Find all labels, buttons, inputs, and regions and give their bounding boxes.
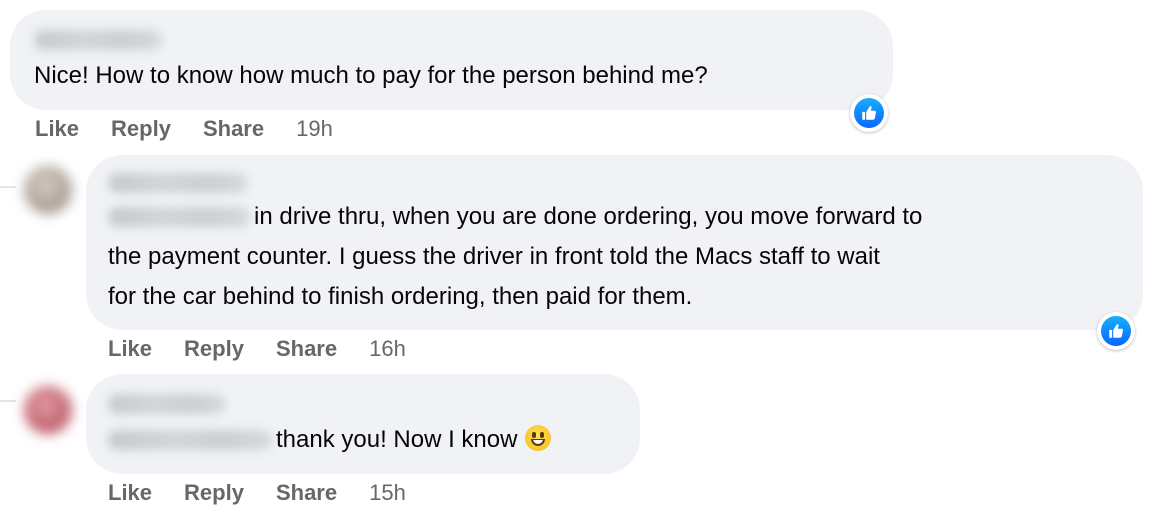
timestamp[interactable]: 16h (369, 336, 406, 362)
share-button[interactable]: Share (203, 116, 264, 142)
share-button[interactable]: Share (276, 480, 337, 506)
comment-bubble-3: thank you! Now I know (86, 374, 640, 474)
reply-button[interactable]: Reply (184, 480, 244, 506)
reaction-badge[interactable] (1097, 312, 1135, 350)
comment-actions-3: Like Reply Share 15h (108, 480, 406, 506)
author-name-blurred[interactable] (34, 30, 162, 50)
timestamp[interactable]: 19h (296, 116, 333, 142)
share-button[interactable]: Share (276, 336, 337, 362)
comment-text-line-2: the payment counter. I guess the driver … (108, 243, 880, 270)
comment-bubble-2: in drive thru, when you are done orderin… (86, 155, 1143, 330)
comment-actions-2: Like Reply Share 16h (108, 336, 406, 362)
grinning-face-emoji (525, 425, 552, 451)
author-name-blurred[interactable] (108, 173, 248, 193)
comment-text: thank you! Now I know (276, 420, 552, 460)
thumbs-up-icon (1101, 316, 1131, 346)
mention-name-blurred[interactable] (108, 207, 250, 227)
comment-text-content: thank you! Now I know (276, 426, 518, 453)
mention-name-blurred[interactable] (108, 430, 272, 450)
reply-button[interactable]: Reply (111, 116, 171, 142)
thread-connector (0, 186, 16, 188)
avatar[interactable] (24, 386, 72, 434)
like-button[interactable]: Like (35, 116, 79, 142)
avatar[interactable] (24, 166, 72, 214)
thumbs-up-icon (854, 98, 884, 128)
comment-text-line-3: for the car behind to finish ordering, t… (108, 283, 693, 310)
timestamp[interactable]: 15h (369, 480, 406, 506)
author-name-blurred[interactable] (108, 394, 226, 414)
reaction-badge[interactable] (850, 94, 888, 132)
reply-button[interactable]: Reply (184, 336, 244, 362)
thread-connector (0, 400, 16, 402)
like-button[interactable]: Like (108, 480, 152, 506)
comment-text-line-1: in drive thru, when you are done orderin… (254, 203, 923, 230)
comment-text: Nice! How to know how much to pay for th… (34, 62, 708, 89)
comment-actions-1: Like Reply Share 19h (35, 116, 333, 142)
like-button[interactable]: Like (108, 336, 152, 362)
comment-bubble-1: Nice! How to know how much to pay for th… (10, 10, 893, 110)
